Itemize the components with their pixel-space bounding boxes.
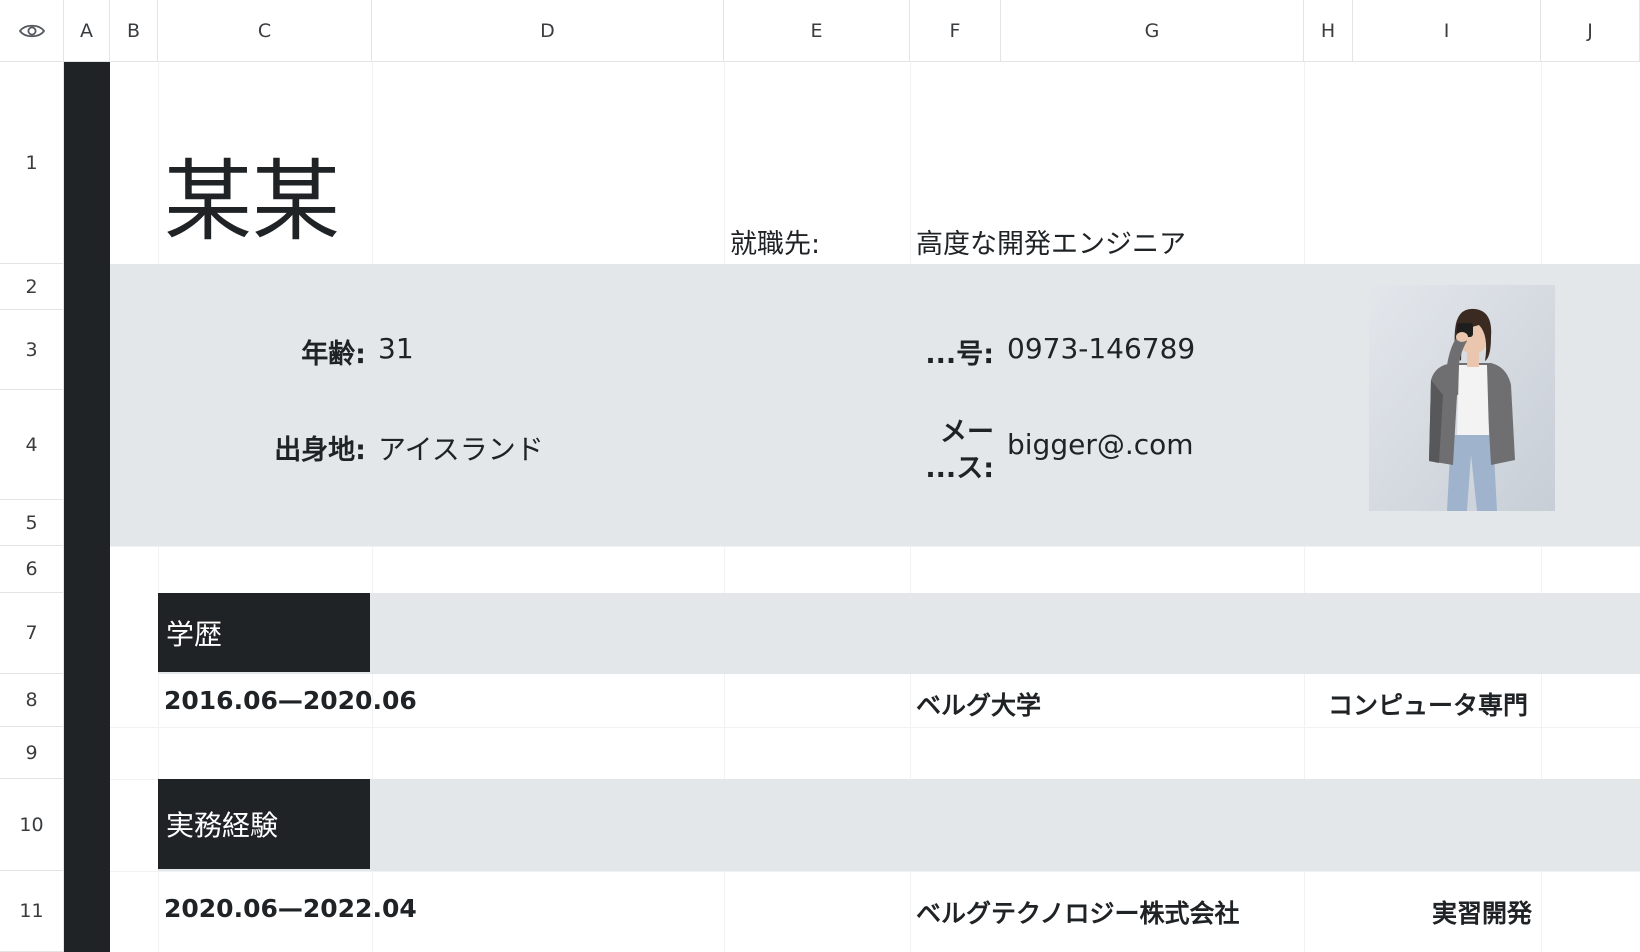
experience-company[interactable]: ベルグテクノロジー株式会社 — [916, 894, 1240, 930]
grid-line — [64, 546, 1640, 547]
row-header-9[interactable]: 9 — [0, 727, 64, 779]
column-header-i[interactable]: I — [1353, 0, 1541, 62]
corner-cell[interactable] — [0, 0, 64, 62]
education-school[interactable]: ベルグ大学 — [916, 686, 1041, 722]
row-header-1[interactable]: 1 — [0, 62, 64, 264]
column-header-e[interactable]: E — [724, 0, 910, 62]
job-value[interactable]: 高度な開発エンジニア — [916, 222, 1186, 261]
education-header-band — [158, 593, 1640, 674]
phone-value[interactable]: 0973-146789 — [1007, 332, 1195, 365]
grid-line — [64, 871, 1640, 872]
row-header-2[interactable]: 2 — [0, 264, 64, 310]
birthplace-value[interactable]: アイスランド — [378, 428, 544, 468]
resume-name[interactable]: 某某 — [164, 158, 340, 246]
column-header-d[interactable]: D — [372, 0, 724, 62]
email-label-line2[interactable]: ...ス: — [910, 446, 994, 485]
row-header-4[interactable]: 4 — [0, 390, 64, 500]
column-header-f[interactable]: F — [910, 0, 1001, 62]
row-header-6[interactable]: 6 — [0, 546, 64, 593]
row-header-5[interactable]: 5 — [0, 500, 64, 546]
row-header-3[interactable]: 3 — [0, 310, 64, 390]
column-header-j[interactable]: J — [1541, 0, 1640, 62]
column-header-a[interactable]: A — [64, 0, 110, 62]
eye-icon[interactable] — [18, 22, 46, 40]
row-header-8[interactable]: 8 — [0, 674, 64, 727]
age-label[interactable]: 年齢: — [160, 332, 366, 371]
experience-role[interactable]: 実習開発 — [1432, 894, 1532, 930]
education-major[interactable]: コンピュータ専門 — [1328, 686, 1528, 722]
phone-label[interactable]: ...号: — [910, 332, 994, 371]
column-header-b[interactable]: B — [110, 0, 158, 62]
email-value[interactable]: bigger@.com — [1007, 428, 1194, 461]
birthplace-label[interactable]: 出身地: — [160, 428, 366, 467]
age-value[interactable]: 31 — [378, 332, 414, 365]
education-period[interactable]: 2016.06—2020.06 — [164, 686, 417, 715]
email-label-line1[interactable]: メー — [910, 410, 994, 449]
profile-photo[interactable] — [1369, 285, 1555, 511]
column-header-g[interactable]: G — [1001, 0, 1304, 62]
column-header-c[interactable]: C — [158, 0, 372, 62]
experience-period[interactable]: 2020.06—2022.04 — [164, 894, 417, 923]
experience-header-band — [158, 779, 1640, 871]
education-section-title[interactable]: 学歴 — [158, 593, 370, 672]
row-header-10[interactable]: 10 — [0, 779, 64, 871]
grid-line — [64, 727, 1640, 728]
accent-column — [64, 62, 110, 952]
column-header-h[interactable]: H — [1304, 0, 1353, 62]
experience-section-title[interactable]: 実務経験 — [158, 779, 370, 869]
row-header-11[interactable]: 11 — [0, 871, 64, 952]
job-label[interactable]: 就職先: — [730, 222, 820, 261]
row-header-7[interactable]: 7 — [0, 593, 64, 674]
